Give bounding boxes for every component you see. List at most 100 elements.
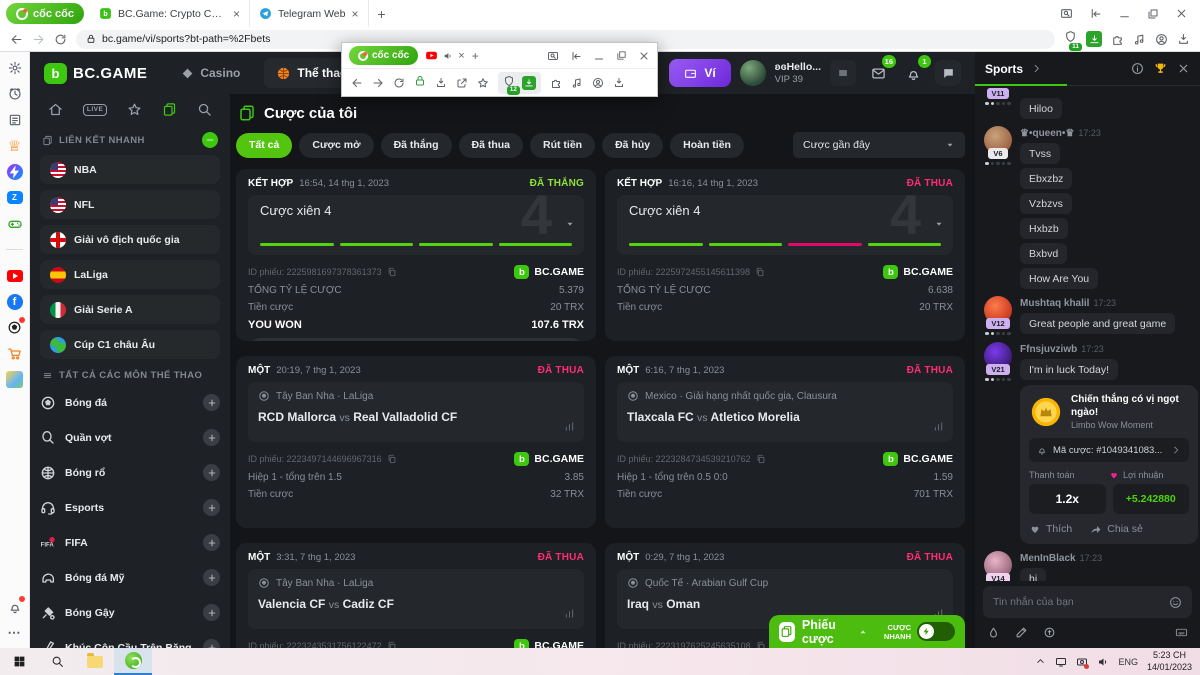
more-shortcut[interactable]: ⋯ [6, 624, 23, 641]
filter-0[interactable]: Tất cả [236, 133, 292, 158]
news-shortcut[interactable] [6, 111, 23, 128]
filter-5[interactable]: Đã hủy [602, 133, 663, 158]
mail-button[interactable]: 16 [865, 60, 891, 86]
my-bets-icon[interactable] [162, 102, 177, 117]
mini-browser-window[interactable]: cốc cốc × + 12 [341, 42, 658, 97]
coccoc-taskbar-button[interactable] [114, 648, 152, 675]
mini-bookmark-icon[interactable] [477, 77, 489, 89]
copy-icon[interactable] [756, 641, 766, 648]
chat-username[interactable]: Mushtaq khalil17:23 [1020, 298, 1192, 309]
tab-close-icon[interactable]: × [233, 8, 240, 20]
chevron-right-icon[interactable] [1031, 63, 1042, 74]
adblock-button[interactable]: 11 [1064, 30, 1077, 48]
start-button[interactable] [0, 648, 38, 675]
mini-forward-icon[interactable] [372, 77, 384, 89]
quick-link-5[interactable]: Cúp C1 châu Âu [40, 330, 220, 359]
bet-card-3[interactable]: MỘT6:16, 7 thg 1, 2023ĐÃ THUAMexico · Gi… [605, 356, 965, 528]
coccoc-menu-button[interactable]: cốc cốc [6, 3, 84, 24]
chat-input[interactable]: Tin nhắn của bạn [983, 586, 1192, 618]
chat-username[interactable]: ♛•queen•♛17:23 [1020, 128, 1192, 139]
chat-username[interactable]: Ffnsjuvziwb17:23 [1020, 344, 1192, 355]
home-icon[interactable] [48, 102, 63, 117]
browser-tab-0[interactable]: bBC.Game: Crypto Casino Gan× [90, 0, 250, 27]
bet-code-link[interactable]: Mã cược: #1049341083... [1029, 438, 1189, 462]
share-message-button[interactable]: Chia sẻ [1090, 523, 1143, 535]
live-icon[interactable]: LIVE [83, 104, 107, 116]
back-icon[interactable] [10, 33, 23, 46]
sport-item-3[interactable]: Esports [40, 493, 220, 522]
filter-1[interactable]: Cược mở [299, 133, 373, 158]
combo-selection[interactable]: Cược xiên 44 [617, 195, 953, 255]
forward-icon[interactable] [32, 33, 45, 46]
stats-icon[interactable] [564, 608, 575, 619]
mini-save-page-icon[interactable] [435, 77, 447, 89]
wallet-button[interactable]: Ví [669, 59, 730, 87]
betslip-button[interactable]: Phiếu cược CƯỢC NHANH [769, 615, 965, 648]
quick-link-2[interactable]: Giải vô địch quốc gia [40, 225, 220, 254]
sort-dropdown[interactable]: Cược gần đây [793, 132, 965, 158]
sport-item-7[interactable]: Khúc Côn Cầu Trên Băng [40, 633, 220, 648]
mini-youtube-tab[interactable]: × [425, 49, 464, 62]
mini-download-button[interactable] [522, 76, 536, 90]
mini-coccoc-menu[interactable]: cốc cốc [349, 46, 418, 65]
downloads-icon[interactable] [1177, 33, 1190, 46]
quick-link-0[interactable]: NBA [40, 155, 220, 184]
settings-shortcut[interactable] [6, 59, 23, 76]
mini-minimize-icon[interactable] [593, 50, 605, 62]
facebook-shortcut[interactable]: f [6, 293, 23, 310]
close-chat-icon[interactable] [1177, 62, 1190, 75]
copy-icon[interactable] [755, 267, 765, 277]
filter-3[interactable]: Đã thua [459, 133, 524, 158]
pen-icon[interactable] [1015, 626, 1028, 639]
combo-selection[interactable]: Cược xiên 44 [248, 195, 584, 255]
emoji-icon[interactable] [1169, 596, 1182, 609]
favorites-icon[interactable] [127, 102, 142, 117]
nav-casino[interactable]: Casino [181, 66, 240, 80]
quick-bet-toggle[interactable] [917, 622, 955, 641]
close-window-icon[interactable] [1175, 7, 1188, 20]
rain-icon[interactable] [987, 626, 1000, 639]
expand-sport-button[interactable] [203, 604, 220, 621]
restore-icon[interactable] [1147, 8, 1159, 20]
trophy-icon[interactable] [1154, 62, 1167, 75]
mini-share-icon[interactable] [456, 77, 468, 89]
win-share-card[interactable]: Chiến thắng có vị ngọt ngào!Limbo Wow Mo… [1020, 385, 1198, 544]
tab-close-icon[interactable]: × [351, 8, 358, 20]
expand-sport-button[interactable] [203, 429, 220, 446]
download-extension-button[interactable] [1086, 31, 1102, 47]
add-shortcut[interactable] [6, 241, 23, 258]
games-shortcut[interactable] [6, 215, 23, 232]
expand-sport-button[interactable] [203, 499, 220, 516]
recent-tabs-icon[interactable] [1089, 7, 1102, 20]
bcgame-logo[interactable]: b BC.GAME [44, 63, 147, 84]
mini-tab-close-icon[interactable]: × [458, 50, 464, 62]
mini-back-icon[interactable] [351, 77, 363, 89]
file-explorer-button[interactable] [76, 648, 114, 675]
mini-close-icon[interactable] [638, 50, 650, 62]
messenger-shortcut[interactable] [6, 163, 23, 180]
avatar-shortcut[interactable] [6, 371, 23, 388]
mini-recent-tabs-icon[interactable] [570, 50, 582, 62]
extensions-icon[interactable] [1111, 33, 1124, 46]
expand-sport-button[interactable] [203, 394, 220, 411]
volume-icon[interactable] [1097, 656, 1109, 668]
caret-down-icon[interactable] [565, 219, 575, 229]
media-icon[interactable] [1133, 33, 1146, 46]
language-indicator[interactable]: ENG [1118, 657, 1138, 667]
match-info[interactable]: Mexico · Giải hạng nhất quốc gia, Clausu… [617, 382, 953, 442]
like-button[interactable]: Thích [1029, 523, 1072, 535]
mini-extensions-icon[interactable] [550, 77, 562, 89]
match-info[interactable]: Tây Ban Nha · LaLigaRCD Mallorca vs Real… [248, 382, 584, 442]
copy-icon[interactable] [387, 267, 397, 277]
profile-icon[interactable] [1155, 33, 1168, 46]
sport-item-4[interactable]: FIFAFIFA [40, 528, 220, 557]
caret-down-icon[interactable] [934, 219, 944, 229]
chat-tab-sports[interactable]: Sports [985, 62, 1023, 76]
mini-new-tab-button[interactable]: + [472, 49, 479, 63]
sport-item-5[interactable]: Bóng đá Mỹ [40, 563, 220, 592]
cart-shortcut[interactable] [6, 345, 23, 362]
screen-record-icon[interactable] [1076, 656, 1088, 668]
tab-search-icon[interactable] [1060, 7, 1073, 20]
mini-adblock-button[interactable]: 12 [503, 74, 515, 92]
clock[interactable]: 5:23 CH14/01/2023 [1147, 650, 1192, 673]
